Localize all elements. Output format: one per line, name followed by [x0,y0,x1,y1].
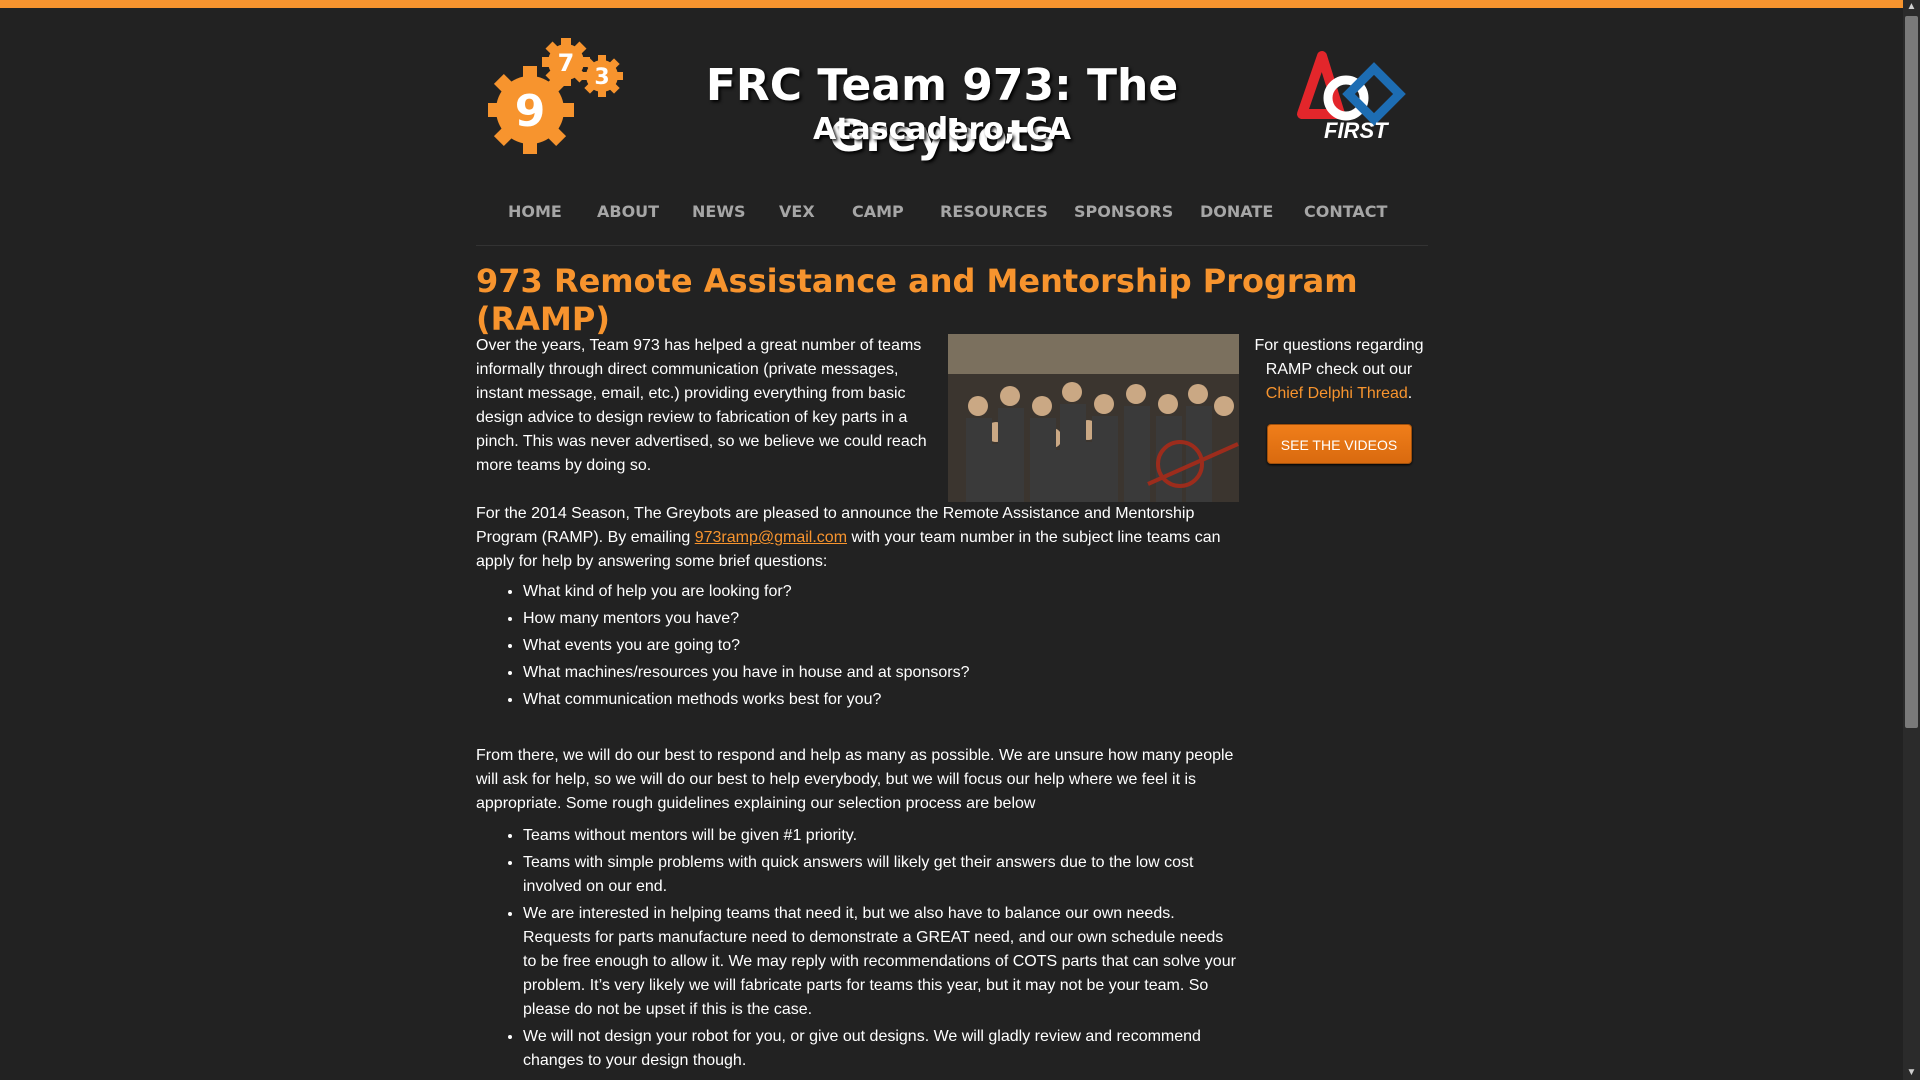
gear-number-9: 9 [515,86,546,137]
page-container: 9 7 3 FRC Team 973: The Greybots Atascad… [476,8,1428,1069]
guidelines-list: Teams without mentors will be given #1 p… [476,824,1236,1076]
sidebar-text: For questions regarding RAMP check out o… [1254,337,1424,378]
list-item: Teams without mentors will be given #1 p… [523,824,1236,848]
sidebar: For questions regarding RAMP check out o… [1250,334,1428,464]
email-link[interactable]: 973ramp@gmail.com [695,529,847,546]
team-photo [948,334,1239,502]
team-gear-logo[interactable]: 9 7 3 [488,38,628,158]
gear-number-7: 7 [558,49,575,77]
nav-item-home[interactable]: HOME [508,202,562,221]
list-item: Teams with simple problems with quick an… [523,851,1236,899]
scrollbar[interactable]: ▲ ▼ [1903,0,1920,1080]
intro-paragraph: Over the years, Team 973 has helped a gr… [476,337,927,474]
scroll-down-arrow-icon[interactable]: ▼ [1903,1066,1920,1080]
nav-item-contact[interactable]: CONTACT [1304,202,1387,221]
sidebar-text-block: For questions regarding RAMP check out o… [1250,334,1428,406]
selection-paragraph: From there, we will do our best to respo… [476,747,1234,812]
questions-list: What kind of help you are looking for? H… [476,580,1236,715]
list-item: We will not design your robot for you, o… [523,1025,1236,1073]
main-nav: HOME ABOUT NEWS VEX CAMP RESOURCES SPONS… [476,192,1428,246]
scroll-up-arrow-icon[interactable]: ▲ [1903,0,1920,14]
see-videos-button[interactable]: SEE THE VIDEOS [1266,424,1412,464]
nav-item-about[interactable]: ABOUT [597,202,659,221]
team-photo-image [948,334,1239,502]
nav-item-sponsors[interactable]: SPONSORS [1074,202,1173,221]
nav-item-donate[interactable]: DONATE [1200,202,1273,221]
page-title: 973 Remote Assistance and Mentorship Pro… [476,262,1358,338]
sidebar-period: . [1407,385,1413,402]
top-accent-bar [0,0,1903,8]
announcement-paragraph: For the 2014 Season, The Greybots are pl… [476,502,1236,574]
nav-item-resources[interactable]: RESOURCES [940,202,1048,221]
gear-number-3: 3 [594,65,609,90]
scroll-thumb[interactable] [1905,16,1918,728]
first-logo-text: FIRST [1324,118,1388,143]
list-item: What machines/resources you have in hous… [523,661,1236,685]
list-item: We are interested in helping teams that … [523,902,1236,1022]
nav-item-vex[interactable]: VEX [779,202,815,221]
list-item: How many mentors you have? [523,607,1236,631]
nav-item-camp[interactable]: CAMP [852,202,904,221]
site-subtitle: Atascadero, CA [813,112,1071,147]
site-header: 9 7 3 FRC Team 973: The Greybots Atascad… [476,8,1428,162]
chief-delphi-link[interactable]: Chief Delphi Thread [1266,385,1408,402]
list-item: What communication methods works best fo… [523,688,1236,712]
list-item: What events you are going to? [523,634,1236,658]
list-item: What kind of help you are looking for? [523,580,1236,604]
nav-item-news[interactable]: NEWS [692,202,746,221]
